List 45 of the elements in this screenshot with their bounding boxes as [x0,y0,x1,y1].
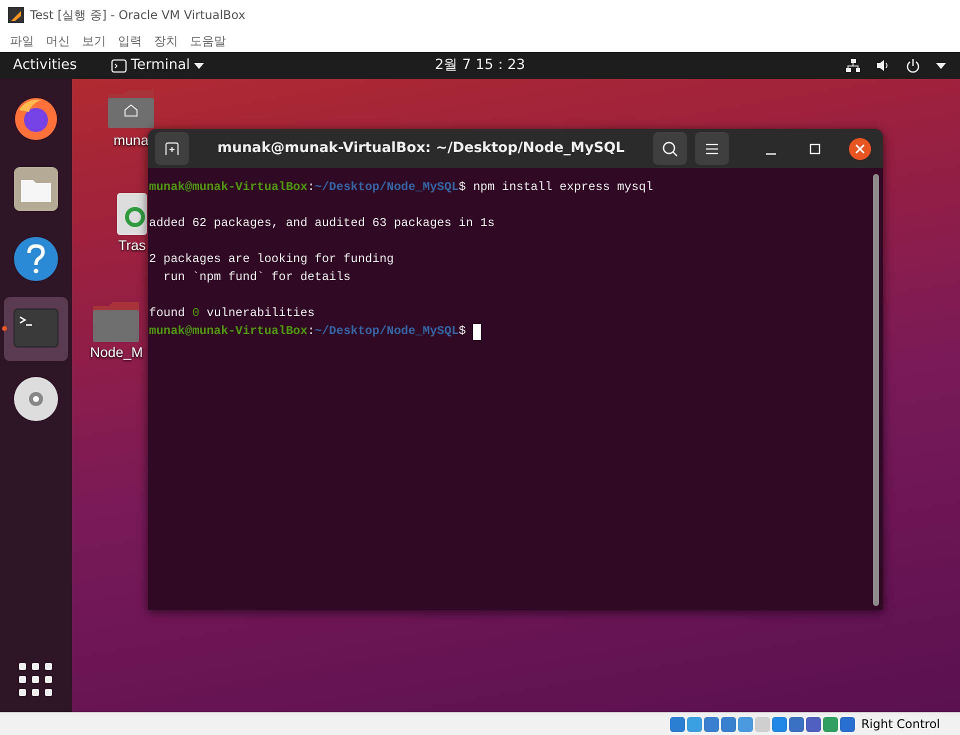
app-logo-icon [8,7,24,23]
terminal-icon [110,58,127,72]
close-icon [855,144,865,154]
terminal-line: munak@munak-VirtualBox:~/Desktop/Node_MySQL$ [149,323,467,340]
new-tab-icon [165,142,179,156]
trash-icon[interactable] [117,193,147,235]
menu-item[interactable]: 보기 [76,32,112,50]
home-folder-icon[interactable] [108,88,154,130]
terminal-line: run `npm fund` for details [162,269,352,286]
search-button[interactable] [653,132,687,165]
window-title: munak@munak-VirtualBox: ~/Desktop/Node_MySQL [216,139,626,158]
terminal-line: munak@munak-VirtualBox:~/Desktop/Node_MySQL$ npm install express mysql [149,179,654,196]
menu-item[interactable]: 머신 [40,32,76,50]
scrollbar[interactable] [873,174,879,606]
clock[interactable]: 2월 7 15：23 [434,57,526,73]
menu-item[interactable]: 입력 [112,32,148,50]
host-key-label: Right Control [861,716,940,733]
firefox-icon [13,96,59,142]
desktop-icon-label[interactable]: Node_M [90,342,143,363]
power-icon[interactable] [906,58,920,72]
window-title: Test [실행 중] - Oracle VM VirtualBox [30,7,246,24]
menu-icon [705,142,719,154]
maximize-icon [809,142,821,154]
disc-icon [13,376,59,422]
new-tab-button[interactable] [155,132,189,165]
app-menu[interactable]: Terminal [110,55,204,76]
desktop-icon-label[interactable]: muna [113,130,149,151]
menu-item[interactable]: 장치 [148,32,184,50]
caret-icon [194,62,204,68]
volume-icon[interactable] [876,59,890,72]
caret-icon[interactable] [936,62,946,68]
desktop-icon-label[interactable]: Tras [118,235,146,256]
menu-item[interactable]: 파일 [4,32,40,50]
terminal-line: added 62 packages, and audited 63 packages in 1s [149,215,496,232]
menu-button[interactable] [695,132,729,165]
folder-icon [13,166,59,212]
activities-button[interactable]: Activities [13,55,77,76]
help-icon [13,236,59,282]
minimize-icon [766,152,776,154]
terminal-line: 2 packages are looking for funding [149,251,395,268]
menu-item[interactable]: 도움말 [184,32,232,50]
search-icon [662,140,678,156]
close-button[interactable] [849,138,871,160]
terminal-line: found 0 vulnerabilities [149,305,316,322]
apps-grid-icon[interactable] [18,662,54,698]
